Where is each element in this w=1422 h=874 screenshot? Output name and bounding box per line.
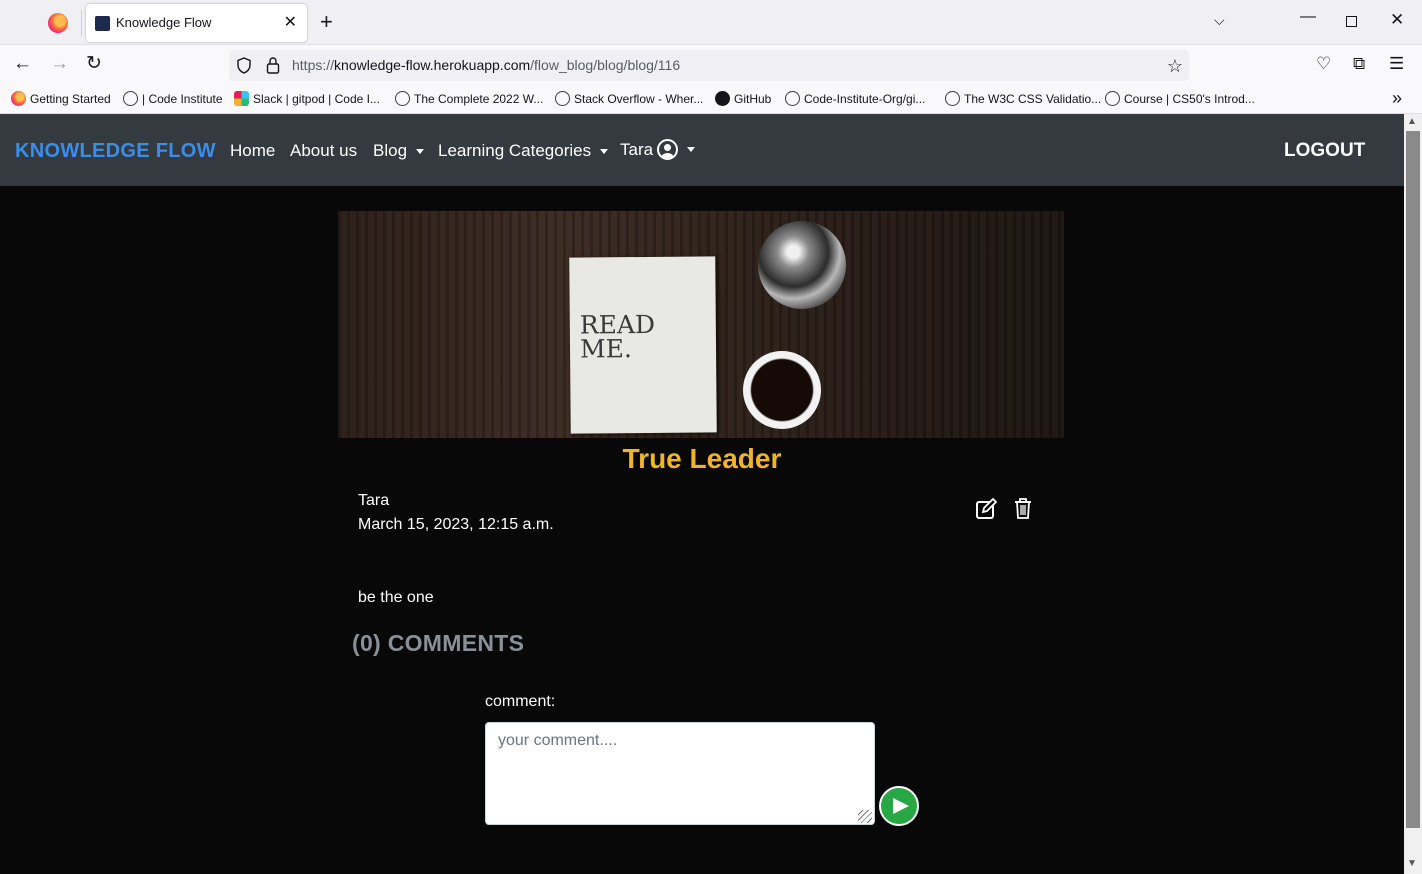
firefox-view-icon[interactable] <box>48 13 68 33</box>
submit-comment-button[interactable] <box>879 786 919 826</box>
globe-icon <box>123 91 138 106</box>
active-tab[interactable]: Knowledge Flow ✕ <box>86 4 307 42</box>
coffee-pot <box>758 221 846 309</box>
bookmark-label: Stack Overflow - Wher... <box>574 91 704 106</box>
coffee-cup <box>743 351 821 429</box>
globe-icon <box>555 91 570 106</box>
browser-window: Knowledge Flow ✕ + ⌵ — ✕ ← → ↻ https://k… <box>0 0 1422 874</box>
new-tab-icon[interactable]: + <box>320 9 333 35</box>
url-domain: knowledge-flow.herokuapp.com <box>334 57 531 73</box>
bookmark-code-institute[interactable]: | Code Institute <box>123 91 223 106</box>
comments-heading: (0) COMMENTS <box>352 630 525 656</box>
bookmark-star-icon[interactable]: ☆ <box>1167 56 1183 77</box>
post-date: March 15, 2023, 12:15 a.m. <box>358 516 554 533</box>
caret-down-icon <box>600 148 609 154</box>
post-author: Tara <box>358 492 390 509</box>
extensions-icon[interactable]: ⧉ <box>1353 54 1365 74</box>
bookmark-complete-2022[interactable]: The Complete 2022 W... <box>395 91 543 106</box>
list-tabs-chevron-icon[interactable]: ⌵ <box>1214 12 1225 29</box>
back-icon[interactable]: ← <box>13 53 32 75</box>
bookmark-code-institute-org[interactable]: Code-Institute-Org/gi... <box>785 91 925 106</box>
nav-user-dropdown[interactable]: Tara <box>620 139 696 160</box>
bookmark-label: Slack | gitpod | Code I... <box>253 91 380 106</box>
send-arrow-icon <box>893 798 909 814</box>
trash-icon[interactable] <box>1013 497 1033 519</box>
window-maximize-icon[interactable] <box>1346 16 1357 27</box>
scrollbar-thumb[interactable] <box>1406 131 1420 828</box>
comment-label: comment: <box>485 693 556 710</box>
url-path: /flow_blog/blog/blog/116 <box>530 57 681 73</box>
book-cover-text: READ ME. <box>579 309 656 364</box>
url-text[interactable]: https://knowledge-flow.herokuapp.com/flo… <box>292 57 680 73</box>
bookmark-label: The W3C CSS Validatio... <box>964 91 1102 106</box>
edit-icon[interactable] <box>975 498 997 520</box>
forward-icon[interactable]: → <box>50 53 69 75</box>
post-title: True Leader <box>622 443 782 474</box>
reload-icon[interactable]: ↻ <box>86 53 102 75</box>
nav-categories-label: Learning Categories <box>438 141 592 160</box>
bookmark-label: Code-Institute-Org/gi... <box>804 91 926 106</box>
comment-textarea[interactable] <box>485 722 875 825</box>
tab-strip: Knowledge Flow ✕ + ⌵ — ✕ <box>0 0 1422 45</box>
site-brand-link[interactable]: KNOWLEDGE FLOW <box>15 140 216 163</box>
nav-categories-dropdown[interactable]: Learning Categories <box>438 141 609 161</box>
bookmark-label: Getting Started <box>30 91 111 106</box>
bookmark-cs50[interactable]: Course | CS50's Introd... <box>1105 91 1255 106</box>
nav-home-link[interactable]: Home <box>230 141 275 161</box>
app-menu-icon[interactable]: ☰ <box>1389 54 1404 74</box>
bookmark-getting-started[interactable]: Getting Started <box>11 91 111 106</box>
scroll-up-arrow-icon[interactable]: ▲ <box>1407 116 1417 127</box>
globe-icon <box>395 91 410 106</box>
textarea-resize-handle[interactable] <box>858 810 872 823</box>
caret-down-icon <box>416 148 425 154</box>
tab-title: Knowledge Flow <box>116 15 212 30</box>
globe-icon <box>1105 91 1120 106</box>
window-minimize-icon[interactable]: — <box>1300 8 1316 26</box>
tab-separator <box>81 10 82 36</box>
globe-icon <box>945 91 960 106</box>
bookmark-github[interactable]: GitHub <box>715 91 771 106</box>
bookmark-label: The Complete 2022 W... <box>414 91 544 106</box>
tab-close-icon[interactable]: ✕ <box>284 12 297 32</box>
github-icon <box>715 91 730 106</box>
bookmark-label: | Code Institute <box>142 91 223 106</box>
bookmark-w3c-css[interactable]: The W3C CSS Validatio... <box>945 91 1101 106</box>
user-circle-icon <box>657 139 679 160</box>
scroll-down-arrow-icon[interactable]: ▼ <box>1407 858 1417 869</box>
url-bar[interactable]: https://knowledge-flow.herokuapp.com/flo… <box>229 50 1189 81</box>
caret-down-icon <box>687 147 696 152</box>
site-favicon-icon <box>95 16 110 31</box>
site-navbar: KNOWLEDGE FLOW Home About us Blog Learni… <box>0 114 1404 186</box>
bookmark-stack-overflow[interactable]: Stack Overflow - Wher... <box>555 91 703 106</box>
more-bookmarks-chevron-icon[interactable]: » <box>1392 88 1402 109</box>
nav-blog-label: Blog <box>373 141 408 160</box>
bookmark-label: GitHub <box>734 91 772 106</box>
bookmarks-toolbar: Getting Started | Code Institute Slack |… <box>0 85 1422 114</box>
nav-about-link[interactable]: About us <box>290 141 357 161</box>
readme-book: READ ME. <box>569 256 717 434</box>
pocket-icon[interactable]: ♡ <box>1316 54 1331 74</box>
logout-link[interactable]: LOGOUT <box>1284 140 1365 162</box>
url-scheme: https:// <box>292 57 335 73</box>
slack-icon <box>234 91 249 106</box>
post-hero-image: READ ME. <box>338 211 1064 438</box>
bookmark-label: Course | CS50's Introd... <box>1124 91 1255 106</box>
bookmark-slack[interactable]: Slack | gitpod | Code I... <box>234 91 380 106</box>
lock-icon[interactable] <box>266 56 280 74</box>
nav-blog-dropdown[interactable]: Blog <box>373 141 425 161</box>
nav-user-label: Tara <box>620 139 654 159</box>
tracking-shield-icon[interactable] <box>237 57 251 74</box>
globe-icon <box>785 91 800 106</box>
page-viewport: KNOWLEDGE FLOW Home About us Blog Learni… <box>0 114 1404 874</box>
post-body: be the one <box>358 589 434 606</box>
navigation-toolbar: ← → ↻ https://knowledge-flow.herokuapp.c… <box>0 45 1422 85</box>
window-close-icon[interactable]: ✕ <box>1390 10 1404 30</box>
firefox-icon <box>11 91 26 106</box>
